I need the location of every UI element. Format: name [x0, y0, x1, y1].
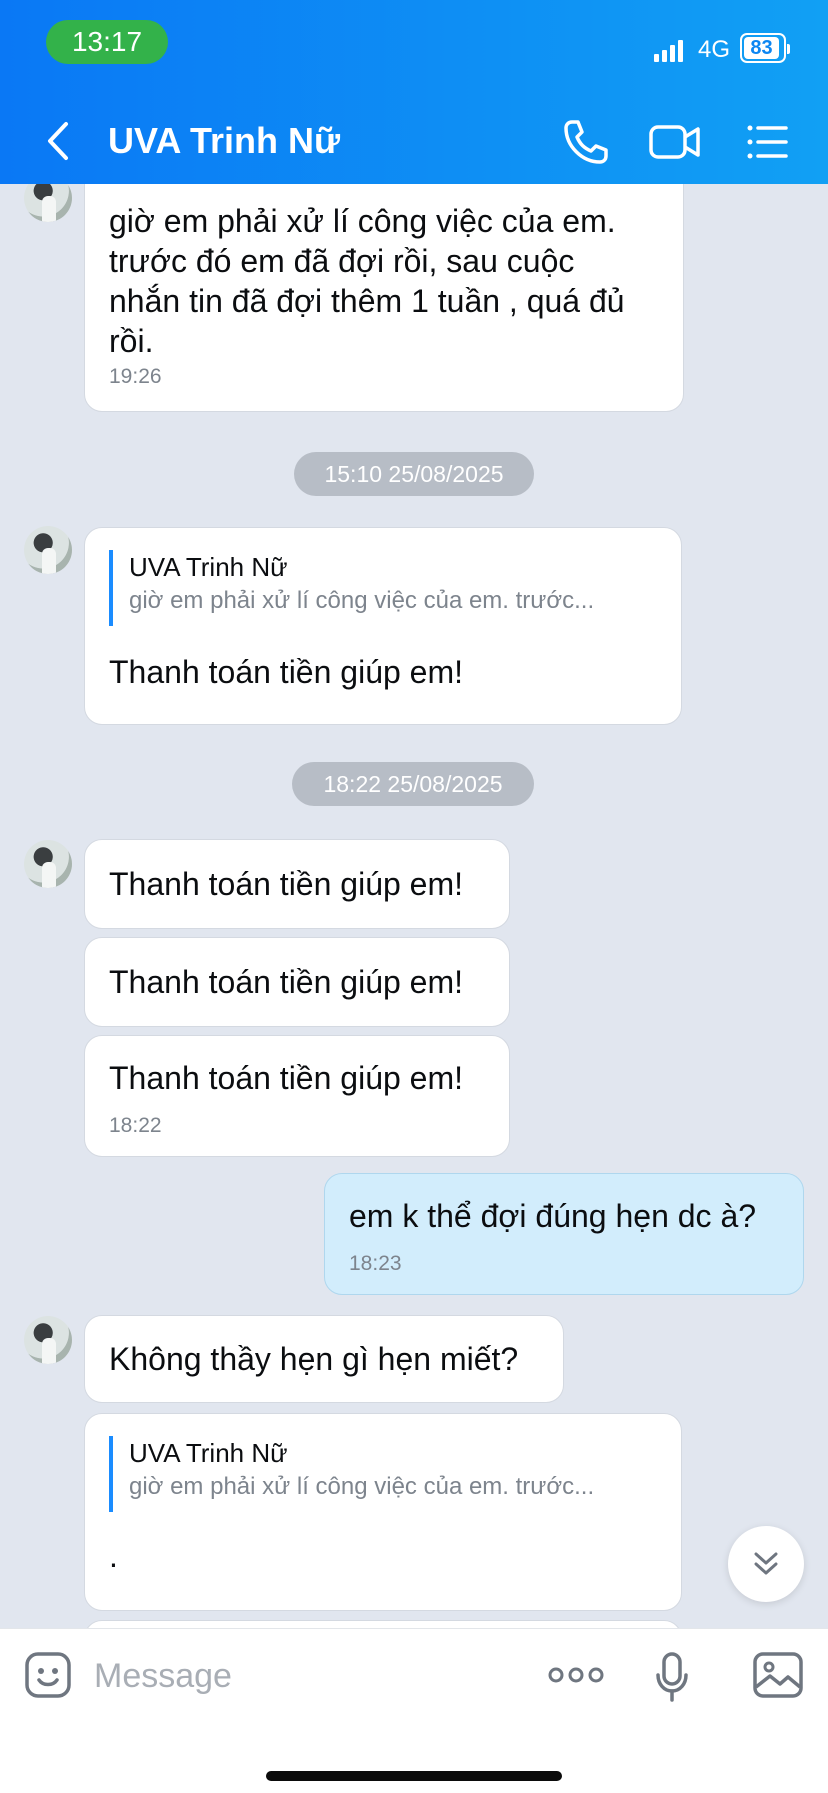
home-indicator [266, 1771, 562, 1781]
quote-text: giờ em phải xử lí công việc của em. trướ… [129, 587, 595, 614]
message-text: Thanh toán tiền giúp em! [109, 654, 464, 690]
image-gallery-icon[interactable] [752, 1651, 804, 1699]
message-composer: Message [0, 1628, 828, 1793]
quote-text: giờ em phải xử lí công việc của em. trướ… [129, 1473, 595, 1500]
reply-message-bubble[interactable]: UVA Trinh Nữ giờ em phải xử lí công việc… [84, 527, 682, 725]
message-bubble[interactable]: Thanh toán tiền giúp em! [84, 937, 510, 1027]
back-arrow-icon[interactable] [40, 118, 76, 164]
message-bubble[interactable]: Thanh toán tiền giúp em! 18:22 [84, 1035, 510, 1157]
contact-avatar[interactable] [24, 840, 72, 888]
message-bubble[interactable]: Thanh toán tiền giúp em! [84, 839, 510, 929]
message-bubble[interactable]: Không thầy hẹn gì hẹn miết? [84, 1315, 564, 1403]
contact-avatar[interactable] [24, 526, 72, 574]
message-time: 18:23 [349, 1252, 402, 1275]
battery-level: 83 [744, 37, 779, 59]
message-text: Thanh toán tiền giúp em! [109, 866, 464, 902]
message-bubble[interactable]: giờ em phải xử lí công việc của em. trướ… [84, 184, 684, 412]
sticker-emoji-icon[interactable] [24, 1651, 72, 1699]
date-separator: 15:10 25/08/2025 [294, 452, 534, 496]
date-separator: 18:22 25/08/2025 [292, 762, 534, 806]
message-text: Không thầy hẹn gì hẹn miết? [109, 1341, 519, 1377]
reply-message-bubble[interactable]: UVA Trinh Nữ giờ em phải xử lí công việc… [84, 1413, 682, 1611]
microphone-icon[interactable] [654, 1651, 690, 1703]
phone-call-icon[interactable] [558, 114, 614, 170]
quoted-message[interactable]: UVA Trinh Nữ giờ em phải xử lí công việc… [109, 1436, 657, 1512]
quote-author: UVA Trinh Nữ [129, 1438, 288, 1468]
more-options-icon[interactable] [548, 1663, 604, 1687]
menu-list-icon[interactable] [746, 114, 790, 170]
contact-avatar[interactable] [24, 1316, 72, 1364]
message-text: Thanh toán tiền giúp em! [109, 1060, 464, 1096]
signal-icon [654, 36, 688, 62]
chevron-double-down-icon [754, 1552, 778, 1575]
message-bubble[interactable] [84, 1620, 682, 1628]
quote-author: UVA Trinh Nữ [129, 552, 288, 582]
message-text-line: giờ em phải xử lí công việc của em. [109, 203, 616, 239]
status-time: 13:17 [46, 20, 168, 64]
contact-name[interactable]: UVA Trinh Nữ [108, 118, 340, 164]
message-text: Thanh toán tiền giúp em! [109, 964, 464, 1000]
my-message-bubble[interactable]: em k thể đợi đúng hẹn dc à? 18:23 [324, 1173, 804, 1295]
network-type: 4G [698, 36, 731, 63]
contact-avatar[interactable] [24, 184, 72, 222]
message-text-line: trước đó em đã đợi rồi, sau cuộc [109, 243, 575, 279]
message-text: . [109, 1538, 118, 1574]
chat-header: 13:17 4G 83 UVA Trinh Nữ [0, 0, 828, 184]
message-text-line: rồi. [109, 323, 154, 359]
message-input[interactable]: Message [94, 1653, 232, 1699]
quoted-message[interactable]: UVA Trinh Nữ giờ em phải xử lí công việc… [109, 550, 657, 626]
scroll-to-bottom-button[interactable] [728, 1526, 804, 1602]
message-list[interactable]: giờ em phải xử lí công việc của em. trướ… [0, 184, 828, 1628]
message-time: 19:26 [109, 365, 162, 388]
message-text-line: nhắn tin đã đợi thêm 1 tuần , quá đủ [109, 283, 625, 319]
battery-icon: 83 [740, 33, 790, 63]
video-call-icon[interactable] [648, 114, 702, 170]
message-text: em k thể đợi đúng hẹn dc à? [349, 1198, 757, 1234]
message-time: 18:22 [109, 1114, 162, 1137]
